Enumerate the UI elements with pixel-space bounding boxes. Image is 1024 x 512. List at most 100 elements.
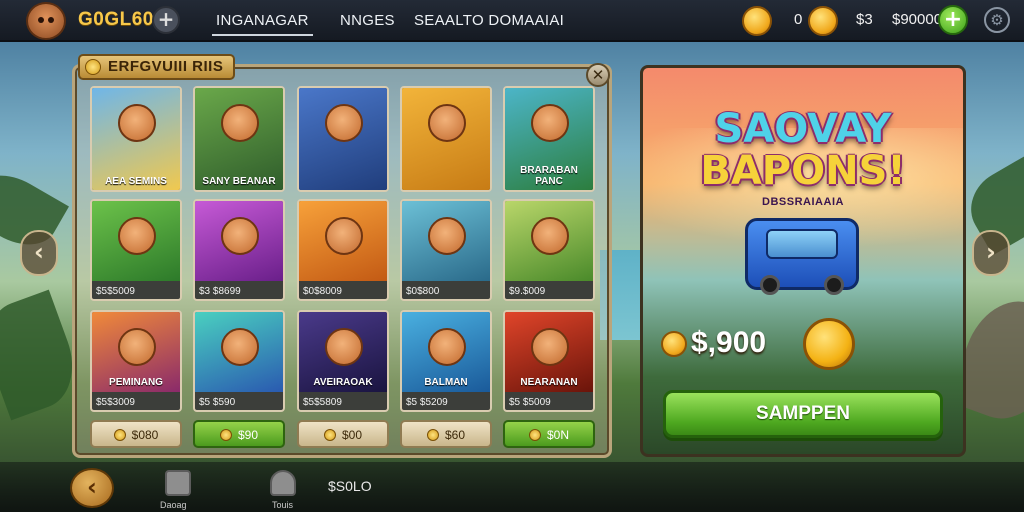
card-price: $5$5809 (303, 397, 342, 408)
character-icon (428, 328, 466, 366)
coin-icon (742, 6, 772, 36)
store-card[interactable]: BRARABAN PANC (503, 86, 595, 192)
buy-button[interactable]: $90 (193, 420, 285, 448)
character-icon (531, 104, 569, 142)
store-card[interactable] (297, 86, 389, 192)
store-card[interactable]: $0$800 (400, 199, 492, 301)
promo-price: $,900 (691, 326, 767, 359)
helmet-icon[interactable] (270, 470, 296, 496)
store-card[interactable]: $5 $590 (193, 310, 285, 412)
buy-button-label: $080 (131, 428, 159, 442)
coin-icon (528, 429, 541, 441)
panel-title-text: ERFGVUIII RIIS (108, 58, 224, 75)
buy-button-label: $00 (341, 428, 363, 442)
bottom-count: $S0LO (328, 478, 372, 494)
coin-icon (113, 429, 126, 441)
character-icon (221, 328, 259, 366)
character-icon (221, 217, 259, 255)
buy-button-label: $0N (546, 428, 569, 442)
wheel (760, 275, 780, 295)
card-price: $5 $590 (199, 397, 236, 408)
character-icon (118, 217, 156, 255)
promo-subtitle: DBSSRAIAAIA (762, 196, 844, 208)
top-bar: G0GL60 + INGANAGAR NNGES SEAALTO DOMAAIA… (0, 0, 1024, 42)
wheel (824, 275, 844, 295)
character-icon (118, 104, 156, 142)
gem-icon (808, 6, 838, 36)
next-arrow-button[interactable]: › (972, 230, 1010, 276)
store-card[interactable]: AVEIRAOAK $5$5809 (297, 310, 389, 412)
bottom-bar (0, 462, 1024, 512)
buy-button[interactable]: $60 (400, 420, 492, 448)
card-caption: PEMINANG (109, 377, 163, 388)
bottom-label-2: Touis (272, 500, 294, 510)
store-card[interactable] (400, 86, 492, 192)
card-price: $5$3009 (96, 397, 135, 408)
card-caption: AVEIRAOAK (313, 377, 373, 388)
character-icon (325, 328, 363, 366)
card-caption: BRARABAN PANC (520, 165, 578, 187)
close-button[interactable]: ✕ (586, 63, 610, 87)
buy-button[interactable]: $0N (503, 420, 595, 448)
card-price: $5 $5009 (509, 397, 551, 408)
character-icon (118, 328, 156, 366)
store-card[interactable]: NEARANAN $5 $5009 (503, 310, 595, 412)
tab-nnges[interactable]: NNGES (340, 12, 395, 29)
buy-button-label: $90 (237, 428, 259, 442)
card-price: $5$5009 (96, 286, 135, 297)
prev-arrow-button[interactable]: ‹ (20, 230, 58, 276)
promo-title-line2: BAPONS! (700, 148, 906, 194)
tab-seaalto-domaaiai[interactable]: SEAALTO DOMAAIAI (414, 12, 564, 29)
coin-icon (426, 429, 439, 441)
store-card[interactable]: $9.$009 (503, 199, 595, 301)
store-card[interactable]: $5$5009 (90, 199, 182, 301)
promo-buy-button[interactable]: SAMPPEN (663, 390, 943, 438)
character-icon (325, 217, 363, 255)
card-price: $3 $8699 (199, 286, 241, 297)
coin-icon (661, 331, 687, 357)
card-price: $9.$009 (509, 286, 546, 297)
buy-button[interactable]: $080 (90, 420, 182, 448)
coin-icon (85, 59, 101, 75)
settings-icon[interactable]: ⚙ (984, 7, 1010, 33)
gold-counter: G0GL60 (78, 9, 154, 30)
gem-icon (803, 318, 855, 370)
card-caption: SANY BEANAR (202, 176, 276, 187)
card-price: $0$8009 (303, 286, 342, 297)
add-gold-button[interactable]: + (152, 6, 180, 34)
store-card[interactable]: $0$8009 (297, 199, 389, 301)
promo-title-line1: SAOVAY (714, 106, 892, 152)
currency-value: 0 (794, 11, 803, 28)
add-currency-button[interactable]: + (938, 5, 968, 35)
car-window (766, 229, 838, 259)
back-button[interactable]: ‹ (70, 468, 114, 508)
promo-panel: SAOVAY BAPONS! DBSSRAIAAIA $,900 SAMPPEN (640, 65, 966, 457)
card-caption: NEARANAN (520, 377, 578, 388)
car-icon (745, 218, 859, 295)
store-card[interactable]: AEA SEMINS (90, 86, 182, 192)
character-icon (428, 104, 466, 142)
bottom-label-1: Daoag (160, 500, 187, 510)
card-price: $0$800 (406, 286, 440, 297)
store-card[interactable]: BALMAN $5 $5209 (400, 310, 492, 412)
character-icon (221, 104, 259, 142)
coin-icon (323, 429, 336, 441)
store-card[interactable]: $3 $8699 (193, 199, 285, 301)
tower-icon[interactable] (165, 470, 191, 496)
card-price: $5 $5209 (406, 397, 448, 408)
character-icon (325, 104, 363, 142)
panel-title: ERFGVUIII RIIS (78, 54, 236, 80)
character-icon (531, 217, 569, 255)
coin-icon (219, 429, 232, 441)
card-caption: BALMAN (424, 377, 468, 388)
character-icon (531, 328, 569, 366)
card-caption: AEA SEMINS (105, 176, 167, 187)
buy-button[interactable]: $00 (297, 420, 389, 448)
player-avatar[interactable] (26, 2, 66, 40)
store-card[interactable]: SANY BEANAR (193, 86, 285, 192)
character-icon (428, 217, 466, 255)
tab-inganagar[interactable]: INGANAGAR (212, 12, 313, 36)
buy-button-label: $60 (444, 428, 466, 442)
promo-title: SAOVAY BAPONS! (643, 108, 963, 192)
store-card[interactable]: PEMINANG $5$3009 (90, 310, 182, 412)
